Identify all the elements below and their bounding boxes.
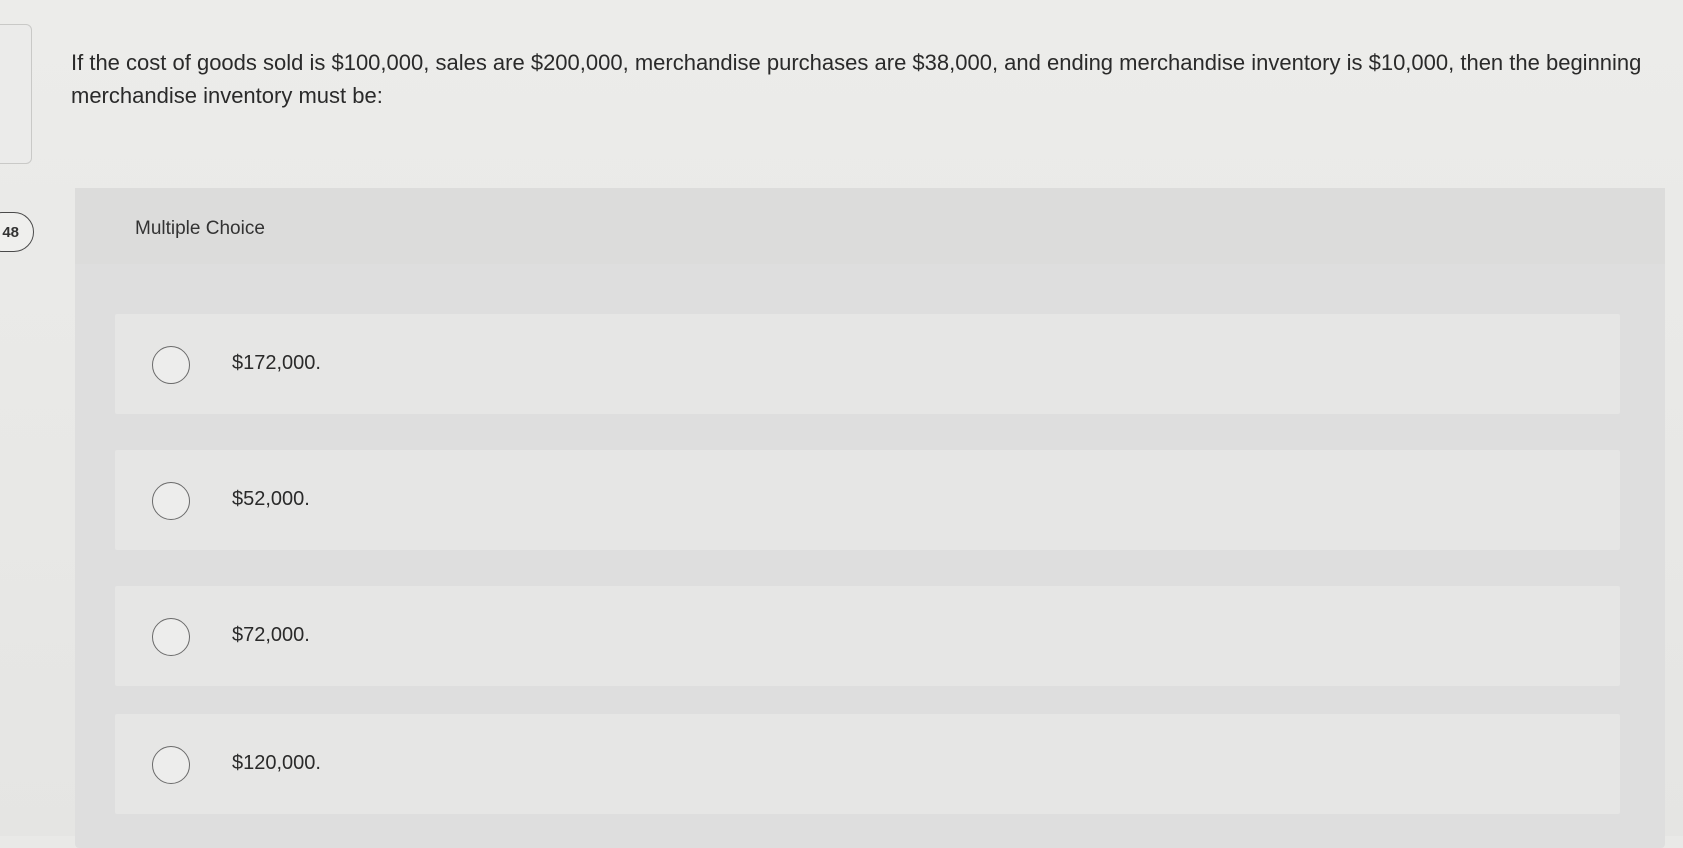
- radio-button[interactable]: [152, 346, 190, 384]
- question-page: 48 If the cost of goods sold is $100,000…: [0, 0, 1683, 848]
- answer-option-3[interactable]: $72,000.: [115, 586, 1620, 686]
- answer-option-1[interactable]: $172,000.: [115, 314, 1620, 414]
- multiple-choice-header: Multiple Choice: [75, 188, 1665, 264]
- answer-option-label: $72,000.: [232, 624, 310, 646]
- answer-option-label: $172,000.: [232, 352, 321, 374]
- answer-option-4[interactable]: $120,000.: [115, 714, 1620, 814]
- question-number-badge[interactable]: 48: [0, 212, 34, 252]
- radio-button[interactable]: [152, 618, 190, 656]
- side-panel-edge: [0, 24, 32, 164]
- multiple-choice-panel: Multiple Choice $172,000. $52,000. $72,0…: [75, 188, 1665, 848]
- radio-button[interactable]: [152, 482, 190, 520]
- answer-option-label: $52,000.: [232, 488, 310, 510]
- answer-option-2[interactable]: $52,000.: [115, 450, 1620, 550]
- question-text: If the cost of goods sold is $100,000, s…: [71, 50, 1642, 108]
- answer-option-label: $120,000.: [232, 752, 321, 774]
- multiple-choice-title: Multiple Choice: [135, 218, 265, 239]
- radio-button[interactable]: [152, 746, 190, 784]
